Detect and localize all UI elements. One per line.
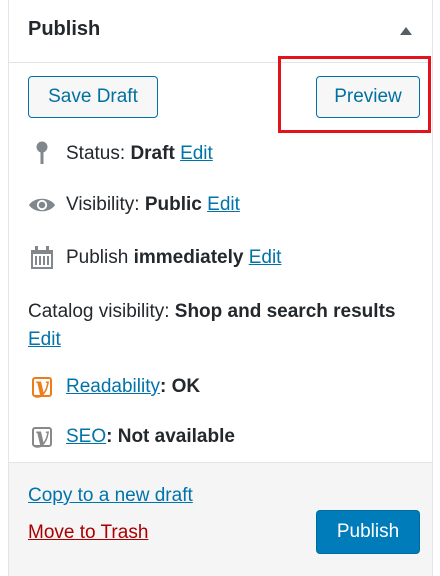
- copy-to-new-draft-link[interactable]: Copy to a new draft: [28, 485, 193, 507]
- yoast-readability-icon: y: [28, 373, 56, 399]
- readability-value: : OK: [160, 376, 201, 397]
- preview-button[interactable]: Preview: [316, 76, 420, 118]
- collapse-toggle-icon[interactable]: [400, 27, 412, 35]
- status-value: Draft: [130, 143, 175, 164]
- status-row: Status: Draft Edit: [28, 141, 422, 167]
- calendar-icon: [28, 246, 56, 270]
- readability-row: y Readability: OK: [28, 373, 422, 399]
- panel-title: Publish: [28, 18, 101, 40]
- visibility-label: Visibility:: [66, 194, 140, 215]
- publish-button[interactable]: Publish: [316, 510, 420, 554]
- schedule-row: Publish immediately Edit: [28, 246, 422, 270]
- yoast-seo-icon: y: [28, 423, 56, 449]
- catalog-visibility-row: Catalog visibility: Shop and search resu…: [28, 298, 408, 354]
- seo-link[interactable]: SEO: [66, 426, 106, 448]
- save-draft-button[interactable]: Save Draft: [28, 76, 158, 118]
- visibility-row: Visibility: Public Edit: [28, 194, 422, 216]
- catalog-label: Catalog visibility:: [28, 301, 170, 322]
- visibility-value: Public: [144, 194, 202, 215]
- move-to-trash-link[interactable]: Move to Trash: [28, 522, 148, 544]
- visibility-edit-link[interactable]: Edit: [207, 194, 240, 216]
- panel-footer: Copy to a new draft Move to Trash Publis…: [9, 462, 432, 576]
- seo-value: : Not available: [106, 426, 235, 447]
- publish-panel: Publish Save Draft Preview Status: Draft…: [8, 0, 433, 576]
- eye-icon: [28, 195, 56, 215]
- seo-row: y SEO: Not available: [28, 423, 422, 449]
- schedule-label: Publish: [66, 247, 129, 268]
- catalog-value: Shop and search results: [174, 301, 396, 322]
- schedule-value: immediately: [133, 247, 244, 268]
- pin-icon: [28, 141, 56, 167]
- panel-header[interactable]: Publish: [9, 0, 432, 63]
- status-edit-link[interactable]: Edit: [180, 143, 213, 165]
- status-label: Status:: [66, 143, 126, 164]
- readability-link[interactable]: Readability: [66, 376, 160, 398]
- catalog-edit-link[interactable]: Edit: [28, 329, 61, 350]
- schedule-edit-link[interactable]: Edit: [249, 247, 282, 269]
